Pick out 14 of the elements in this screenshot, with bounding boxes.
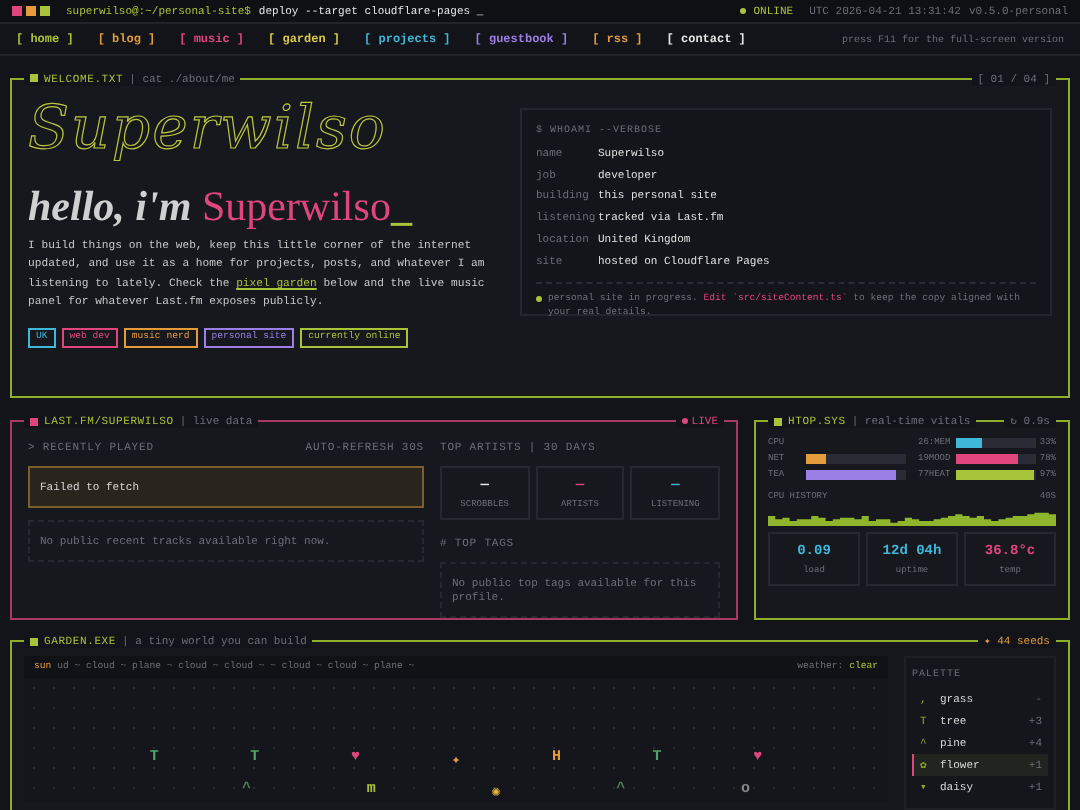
meter-bar — [956, 470, 1036, 480]
square-icon — [30, 637, 38, 645]
meter-bar — [806, 470, 906, 480]
meter-bar — [806, 454, 906, 464]
square-icon — [774, 417, 782, 425]
live-dot-icon — [681, 418, 688, 424]
square-icon — [30, 74, 38, 83]
status-dot-icon — [536, 295, 542, 302]
status-dot-icon — [739, 8, 746, 15]
square-icon — [30, 417, 38, 425]
ascii-logo: Superwilso — [28, 95, 389, 164]
meter-bar — [956, 438, 1036, 448]
meter-bar — [956, 454, 1036, 464]
greeting-heading: hello, i'm Superwilso_ — [28, 183, 415, 228]
